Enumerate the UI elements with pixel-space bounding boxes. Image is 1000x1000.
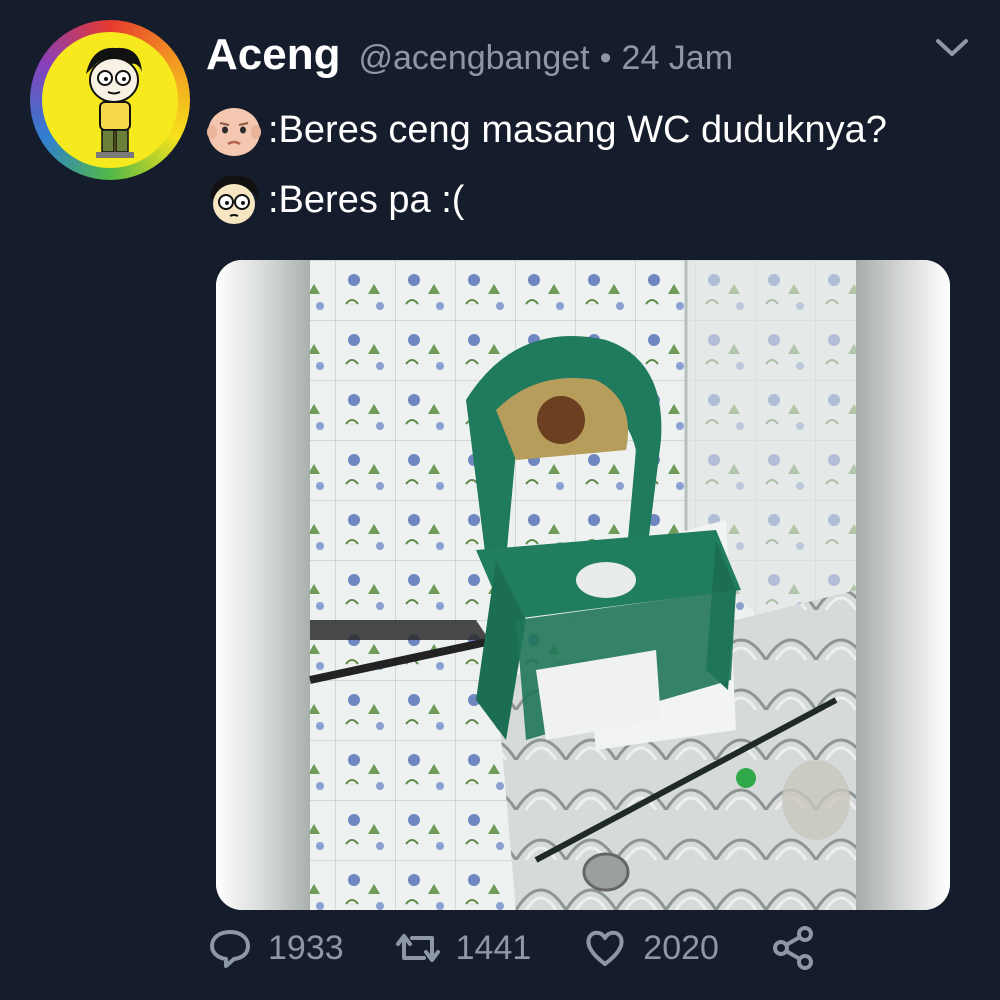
tweet-text-line-1: :Beres ceng masang WC duduknya? [268, 108, 887, 151]
share-icon [772, 926, 813, 970]
tweet-actions: 1933 1441 2020 [206, 920, 886, 976]
tweet-header: Aceng @acengbanget • 24 Jam [206, 30, 733, 82]
share-button[interactable] [769, 924, 831, 972]
profile-avatar[interactable] [30, 20, 190, 180]
baby-face-emoji-icon [207, 108, 261, 156]
reply-icon [210, 930, 250, 968]
retweet-icon [395, 934, 440, 962]
tweet-text-line-2: :Beres pa :( [268, 178, 465, 221]
chevron-down-icon[interactable] [934, 36, 970, 60]
like-count: 2020 [643, 928, 719, 967]
reply-button[interactable]: 1933 [206, 924, 344, 972]
retweet-button[interactable]: 1441 [394, 924, 532, 972]
retweet-count: 1441 [455, 928, 532, 967]
tweet-timestamp[interactable]: 24 Jam [622, 39, 734, 78]
reply-count: 1933 [268, 928, 344, 967]
separator-dot: • [599, 39, 612, 77]
author-name[interactable]: Aceng [206, 30, 340, 80]
cartoon-boy-face-icon [210, 175, 259, 224]
avatar-inner [42, 32, 178, 168]
tweet-line-2: :Beres pa :( [204, 170, 464, 230]
tweet-line-1: :Beres ceng masang WC duduknya? [204, 100, 887, 160]
like-button[interactable]: 2020 [581, 924, 719, 972]
tweet-photo[interactable] [216, 260, 950, 910]
cartoon-boy-avatar-icon [86, 47, 142, 158]
author-handle[interactable]: @acengbanget [358, 39, 589, 78]
heart-icon [586, 930, 624, 966]
bathroom-chair-photo [216, 260, 950, 910]
